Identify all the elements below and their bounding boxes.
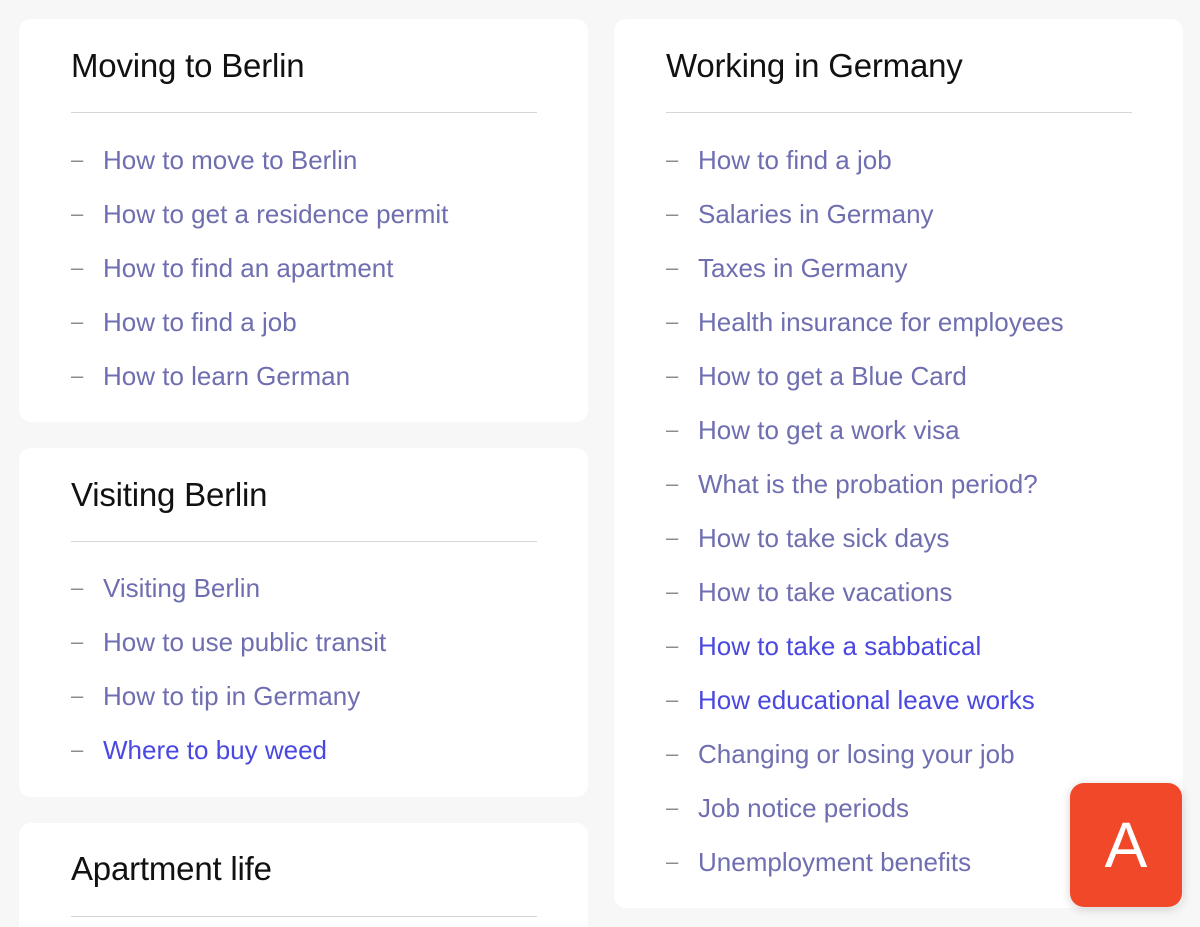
card-title: Apartment life xyxy=(71,850,272,887)
list-item: – Changing or losing your job xyxy=(666,727,1064,781)
guide-link[interactable]: How to use public transit xyxy=(103,627,386,657)
page: Moving to Berlin – How to move to Berlin … xyxy=(0,0,1200,927)
list-item: – How to move to Berlin xyxy=(71,133,448,187)
link-list: – Visiting Berlin – How to use public tran… xyxy=(71,561,386,777)
dash-marker: – xyxy=(666,687,679,712)
guide-link[interactable]: How to move to Berlin xyxy=(103,145,357,175)
guide-link[interactable]: How educational leave works xyxy=(698,685,1035,715)
guide-link[interactable]: How to find a job xyxy=(103,307,297,337)
dash-marker: – xyxy=(666,849,679,874)
list-item: – Taxes in Germany xyxy=(666,241,1064,295)
guide-link[interactable]: How to learn German xyxy=(103,361,350,391)
divider xyxy=(666,112,1132,113)
dash-marker: – xyxy=(666,579,679,604)
dash-marker: – xyxy=(71,201,84,226)
list-item: – How to find an apartment xyxy=(71,241,448,295)
list-item: – How to take sick days xyxy=(666,511,1064,565)
guide-link[interactable]: Health insurance for employees xyxy=(698,307,1064,337)
dash-marker: – xyxy=(666,363,679,388)
guide-link[interactable]: How to find an apartment xyxy=(103,253,394,283)
list-item: – How to find a job xyxy=(666,133,1064,187)
guide-link[interactable]: Changing or losing your job xyxy=(698,739,1015,769)
card-title: Moving to Berlin xyxy=(71,47,305,84)
visiting-berlin-card: Visiting Berlin – Visiting Berlin – How to… xyxy=(19,448,588,797)
list-item: – How to use public transit xyxy=(71,615,386,669)
list-item: – Health insurance for employees xyxy=(666,295,1064,349)
dash-marker: – xyxy=(71,575,84,600)
apartment-life-card: Apartment life xyxy=(19,823,588,927)
card-title: Visiting Berlin xyxy=(71,476,268,513)
guide-link[interactable]: How to get a residence permit xyxy=(103,199,448,229)
list-item: – Visiting Berlin xyxy=(71,561,386,615)
working-in-germany-card: Working in Germany – How to find a job – S… xyxy=(614,19,1183,908)
dash-marker: – xyxy=(71,737,84,762)
guide-link[interactable]: Salaries in Germany xyxy=(698,199,934,229)
guide-link[interactable]: What is the probation period? xyxy=(698,469,1038,499)
guide-link[interactable]: Visiting Berlin xyxy=(103,573,260,603)
guide-link[interactable]: Taxes in Germany xyxy=(698,253,908,283)
dash-marker: – xyxy=(666,417,679,442)
dash-marker: – xyxy=(666,525,679,550)
card-title: Working in Germany xyxy=(666,47,963,84)
list-item: – How to get a residence permit xyxy=(71,187,448,241)
dash-marker: – xyxy=(71,683,84,708)
list-item: – How educational leave works xyxy=(666,673,1064,727)
guide-link[interactable]: Where to buy weed xyxy=(103,735,327,765)
dash-marker: – xyxy=(71,309,84,334)
list-item: – Where to buy weed xyxy=(71,723,386,777)
divider xyxy=(71,916,537,917)
divider xyxy=(71,541,537,542)
guide-link[interactable]: How to take vacations xyxy=(698,577,952,607)
guide-link[interactable]: How to find a job xyxy=(698,145,892,175)
dash-marker: – xyxy=(666,255,679,280)
list-item: – How to get a Blue Card xyxy=(666,349,1064,403)
list-item: – What is the probation period? xyxy=(666,457,1064,511)
list-item: – How to tip in Germany xyxy=(71,669,386,723)
list-item: – How to take a sabbatical xyxy=(666,619,1064,673)
dash-marker: – xyxy=(666,741,679,766)
dash-marker: – xyxy=(71,363,84,388)
list-item: – How to get a work visa xyxy=(666,403,1064,457)
dash-marker: – xyxy=(666,471,679,496)
link-list: – How to find a job – Salaries in Germany … xyxy=(666,133,1064,889)
guide-link[interactable]: How to tip in Germany xyxy=(103,681,360,711)
dash-marker: – xyxy=(71,147,84,172)
list-item: – How to learn German xyxy=(71,349,448,403)
guide-link[interactable]: How to get a Blue Card xyxy=(698,361,967,391)
dash-marker: – xyxy=(666,795,679,820)
guide-link[interactable]: How to take sick days xyxy=(698,523,949,553)
dash-marker: – xyxy=(666,201,679,226)
guide-link[interactable]: Unemployment benefits xyxy=(698,847,971,877)
dash-marker: – xyxy=(666,633,679,658)
guide-link[interactable]: Job notice periods xyxy=(698,793,909,823)
dash-marker: – xyxy=(71,255,84,280)
list-item: – Salaries in Germany xyxy=(666,187,1064,241)
dash-marker: – xyxy=(666,309,679,334)
list-item: – How to take vacations xyxy=(666,565,1064,619)
dash-marker: – xyxy=(71,629,84,654)
link-list: – How to move to Berlin – How to get a res… xyxy=(71,133,448,403)
list-item: – Job notice periods xyxy=(666,781,1064,835)
guide-link[interactable]: How to take a sabbatical xyxy=(698,631,981,661)
list-item: – Unemployment benefits xyxy=(666,835,1064,889)
list-item: – How to find a job xyxy=(71,295,448,349)
dash-marker: – xyxy=(666,147,679,172)
divider xyxy=(71,112,537,113)
app-badge-button[interactable]: A xyxy=(1070,783,1182,907)
moving-to-berlin-card: Moving to Berlin – How to move to Berlin … xyxy=(19,19,588,422)
guide-link[interactable]: How to get a work visa xyxy=(698,415,960,445)
